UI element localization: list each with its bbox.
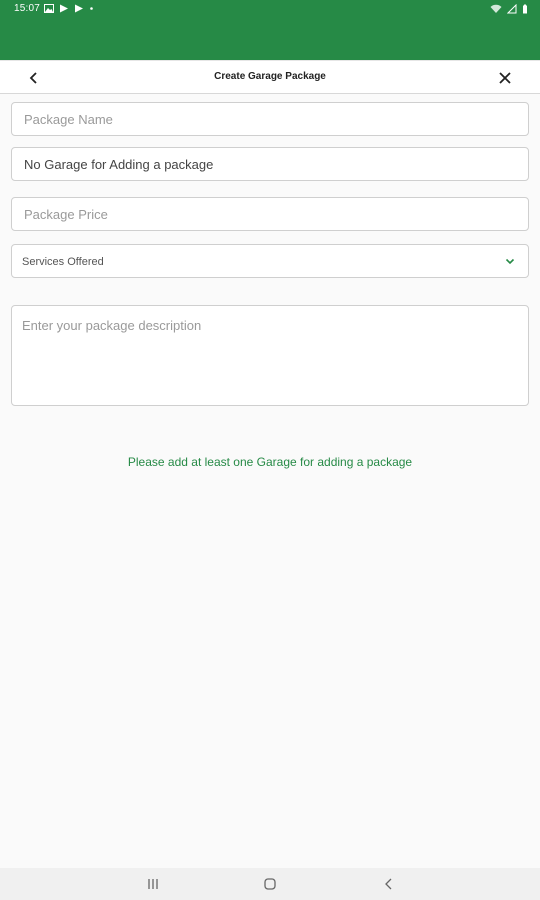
package-price-input[interactable]: [12, 198, 528, 230]
close-icon[interactable]: [496, 69, 514, 87]
package-name-field[interactable]: [11, 102, 529, 136]
navigation-bar: [0, 868, 540, 900]
play-store-icon: [60, 4, 68, 13]
status-bar: 15:07: [0, 0, 540, 60]
home-icon[interactable]: [262, 876, 278, 892]
services-selected: Services Offered: [22, 256, 104, 268]
recent-apps-icon[interactable]: [145, 876, 161, 892]
services-dropdown[interactable]: Services Offered: [11, 244, 529, 278]
wifi-icon: [490, 4, 502, 13]
page-title: Create Garage Package: [214, 71, 326, 82]
play-store-icon: [75, 4, 83, 13]
package-price-field[interactable]: [11, 197, 529, 231]
battery-icon: [523, 4, 527, 14]
chevron-down-icon: [505, 258, 515, 265]
notification-icons: [44, 4, 94, 13]
system-icons: [490, 4, 528, 14]
app-bar: Create Garage Package: [0, 60, 540, 94]
back-icon[interactable]: [381, 876, 397, 892]
package-name-input[interactable]: [12, 103, 528, 135]
signal-icon: [507, 4, 517, 14]
dot-icon: [90, 7, 93, 10]
description-textarea[interactable]: [12, 306, 528, 405]
garage-field[interactable]: [11, 147, 529, 181]
garage-input[interactable]: [12, 148, 528, 180]
description-field[interactable]: [11, 305, 529, 406]
gallery-icon: [44, 4, 54, 13]
no-garage-notice: Please add at least one Garage for addin…: [127, 455, 413, 469]
status-time: 15:07: [14, 3, 41, 14]
